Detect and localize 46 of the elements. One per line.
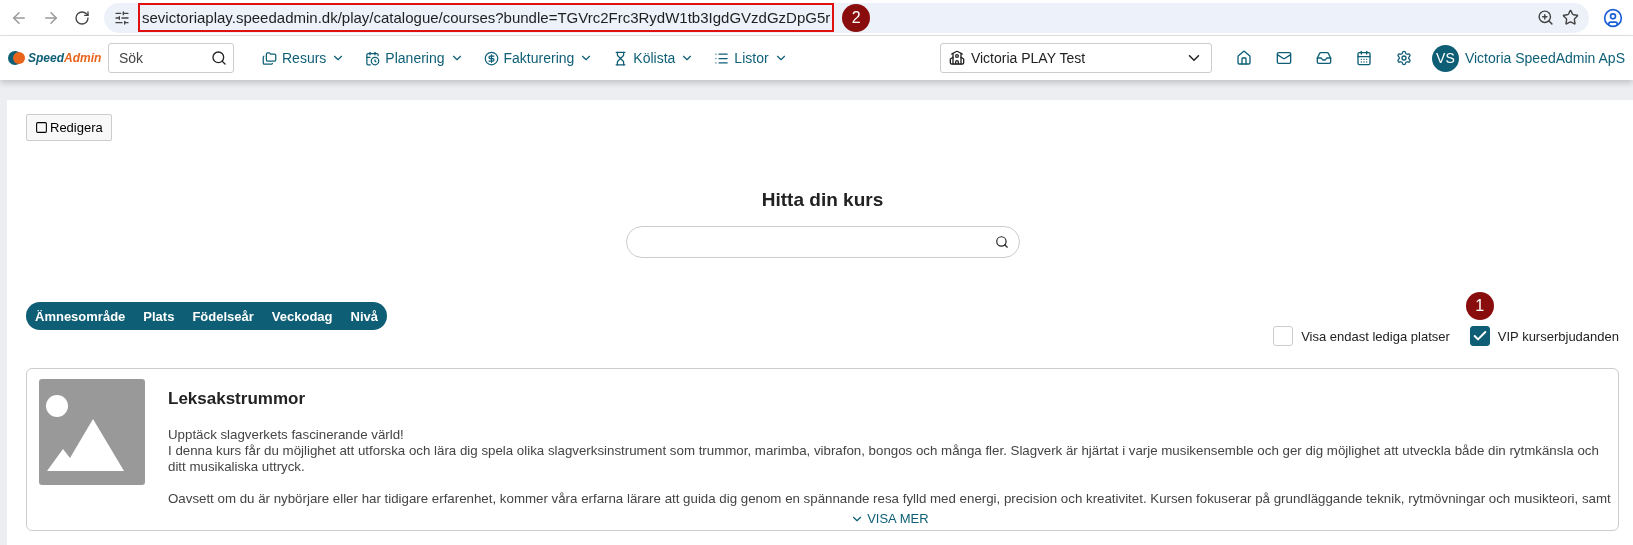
filter-tab[interactable]: Ämnesområde (35, 308, 126, 324)
star-icon[interactable] (1562, 9, 1579, 26)
calendar-icon (365, 50, 381, 66)
course-description: Upptäck slagverkets fascinerande värld! I denna kurs får du möjlighet att utforska och lära dig spela olika slagverksinstrument som trummor, marimba, vibrafon, bongos och många fler. Slagverk är hjärtat i varje musikensemble och ger dig möjlighet att utveckla både din rytmkänsla och ditt musikaliska uttryck. (168, 427, 1600, 475)
user-avatar[interactable]: VS (1431, 44, 1459, 72)
nav-menu[interactable]: Fakturering (483, 50, 594, 66)
reload-icon[interactable] (74, 9, 90, 26)
address-field[interactable]: sevictoriaplay.speedadmin.dk/play/catalogue/courses?bundle=TGVrc2Frc3RydW1tb3IgdGVzdGzDpG5r (138, 3, 835, 32)
annotation-marker: 2 (842, 3, 871, 32)
search-icon[interactable] (211, 50, 227, 66)
profile-icon[interactable] (1603, 7, 1623, 28)
page-heading: Hitta din kurs (760, 189, 885, 211)
filter-tab[interactable]: Plats (143, 308, 175, 324)
list-icon (714, 50, 730, 66)
course-title: Leksakstrummor (168, 389, 306, 409)
user-name[interactable]: Victoria SpeedAdmin ApS (1464, 50, 1625, 66)
site-info-icon[interactable] (114, 9, 130, 26)
nav-menu[interactable]: Kölista (613, 50, 695, 66)
edit-button[interactable]: Redigera (26, 114, 112, 141)
logo-icon (8, 51, 26, 65)
checkbox-label: Visa endast lediga platser (1301, 328, 1450, 344)
settings-button[interactable] (1395, 50, 1412, 66)
calendar-button[interactable] (1355, 50, 1372, 66)
checkbox-label: VIP kurserbjudanden (1497, 328, 1619, 344)
dollar-icon (483, 50, 499, 66)
search-field[interactable]: Sök (108, 43, 234, 73)
mail-button[interactable] (1275, 50, 1292, 66)
folder-icon (262, 50, 277, 66)
nav-menu[interactable]: Planering (365, 50, 464, 66)
square-icon (35, 121, 48, 134)
annotation-marker: 1 (1465, 292, 1494, 320)
home-button[interactable] (1235, 50, 1252, 66)
school-icon (948, 50, 965, 66)
school-select[interactable]: Victoria PLAY Test (939, 43, 1212, 73)
nav-menu[interactable]: Listor (714, 50, 788, 66)
checkbox[interactable] (1469, 326, 1490, 346)
show-more-button[interactable]: VISA MER (850, 511, 929, 526)
filter-tab[interactable]: Födelseår (192, 308, 254, 324)
inbox-button[interactable] (1315, 50, 1332, 66)
search-icon (994, 235, 1009, 249)
zoom-icon[interactable] (1537, 9, 1554, 26)
filter-tab[interactable]: Veckodag (271, 308, 333, 324)
nav-menu[interactable]: Resurs (262, 50, 346, 66)
filter-tab[interactable]: Nivå (350, 308, 378, 324)
logo[interactable]: SpeedAdmin (8, 51, 108, 65)
course-description: Oavsett om du är nybörjare eller har tidigare erfarenhet, kommer våra erfarna lärare att guida dig genom en spännande resa fylld med energi, precision och kreativitet. Kursen fokuserar på grundläggande teknik, rytmövningar och musikteori, samt (168, 491, 1611, 507)
